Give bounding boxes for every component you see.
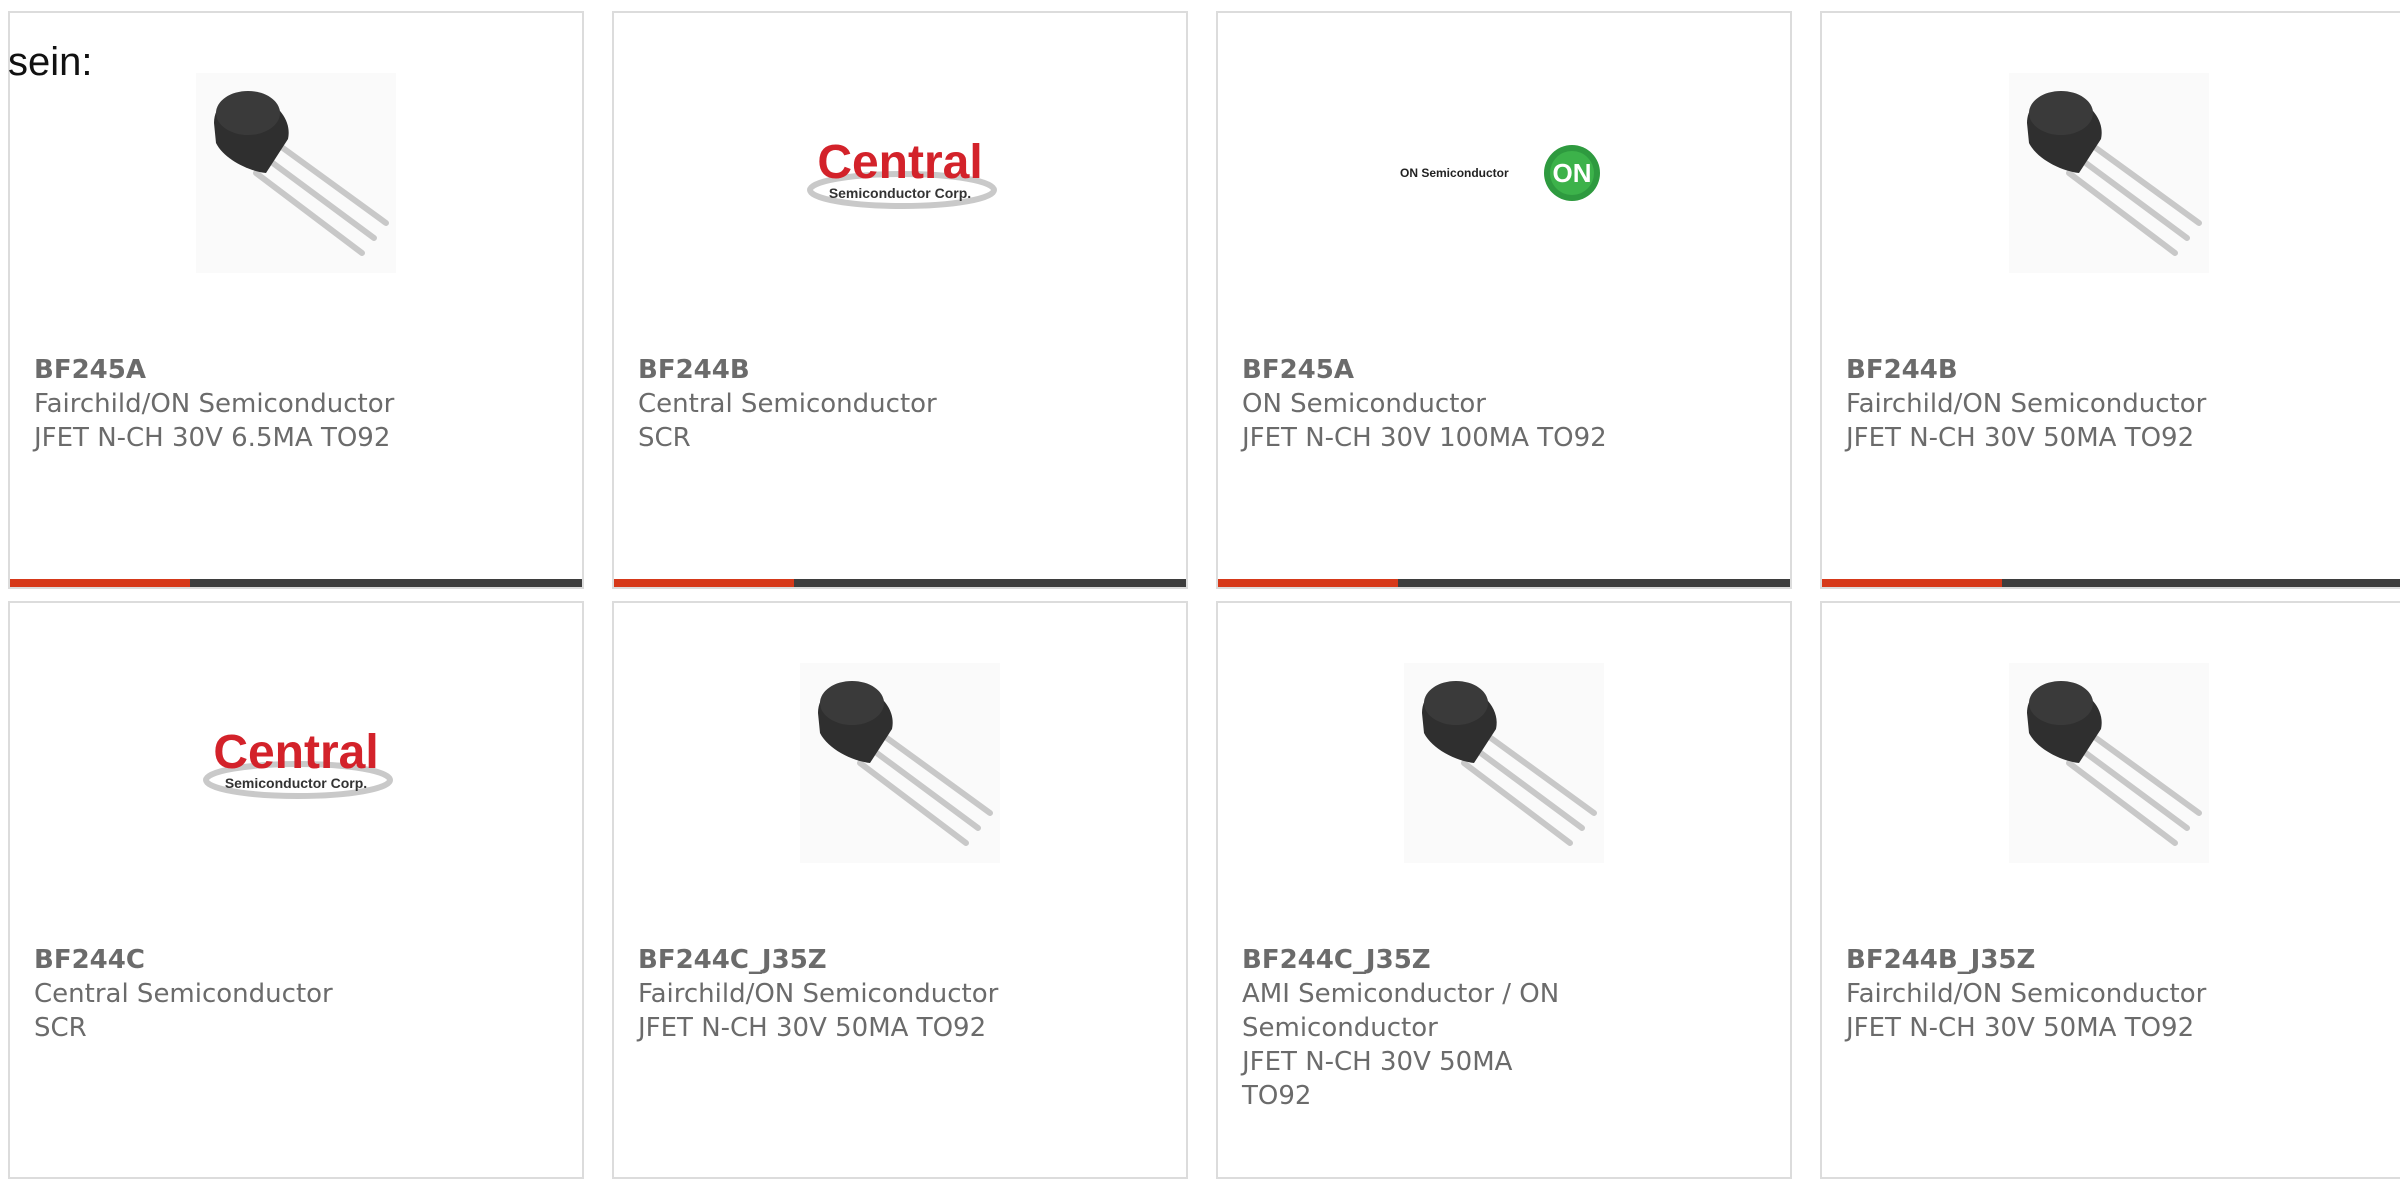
description: JFET N-CH 30V 50MA TO92 xyxy=(1846,1013,2195,1043)
product-info: BF245A ON Semiconductor JFET N-CH 30V 10… xyxy=(1242,353,1766,455)
part-number[interactable]: BF244B xyxy=(1846,353,2386,387)
card-bottom-accent xyxy=(614,579,794,587)
on-semiconductor-logo: ON Semiconductor ON xyxy=(1400,145,1600,201)
to92-transistor-icon xyxy=(196,73,396,273)
logo-sub: Semiconductor Corp. xyxy=(225,775,367,791)
to92-transistor-icon xyxy=(1404,663,1604,863)
to92-transistor-icon xyxy=(2009,663,2209,863)
product-card[interactable]: BF244B Fairchild/ON Semiconductor JFET N… xyxy=(1820,11,2400,589)
part-number[interactable]: BF245A xyxy=(34,353,558,387)
manufacturer: ON Semiconductor xyxy=(1242,389,1486,419)
manufacturer: AMI Semiconductor / ON Semiconductor xyxy=(1242,979,1560,1043)
central-semiconductor-logo: Central Semiconductor Corp. xyxy=(203,726,393,799)
description: JFET N-CH 30V 6.5MA TO92 xyxy=(34,423,391,453)
part-number[interactable]: BF244B xyxy=(638,353,1162,387)
product-card[interactable]: Central Semiconductor Corp. BF244B Centr… xyxy=(612,11,1188,589)
product-info: BF244B Fairchild/ON Semiconductor JFET N… xyxy=(1846,353,2386,455)
card-bottom-accent xyxy=(1822,579,2002,587)
intro-text: sein: xyxy=(8,40,93,84)
product-image[interactable] xyxy=(10,73,582,273)
to92-transistor-icon xyxy=(2009,73,2209,273)
description: JFET N-CH 30V 50MA TO92 xyxy=(638,1013,987,1043)
product-image[interactable] xyxy=(1822,73,2396,273)
central-semiconductor-logo: Central Semiconductor Corp. xyxy=(807,136,997,209)
card-bottom-bar xyxy=(10,579,582,587)
description: SCR xyxy=(638,423,691,453)
to92-transistor-icon xyxy=(800,663,1000,863)
card-bottom-bar xyxy=(1822,579,2400,587)
product-info: BF244C Central Semiconductor SCR xyxy=(34,943,558,1045)
manufacturer: Central Semiconductor xyxy=(638,389,937,419)
part-number[interactable]: BF244C_J35Z xyxy=(1242,943,1590,977)
product-image[interactable] xyxy=(614,663,1186,863)
product-image[interactable]: Central Semiconductor Corp. xyxy=(614,73,1186,273)
logo-sub: Semiconductor Corp. xyxy=(829,185,971,201)
logo-text: ON Semiconductor xyxy=(1400,166,1509,180)
product-image[interactable] xyxy=(1218,663,1790,863)
manufacturer: Fairchild/ON Semiconductor xyxy=(1846,979,2207,1009)
product-card[interactable]: BF244C_J35Z AMI Semiconductor / ON Semic… xyxy=(1216,601,1792,1179)
product-info: BF244C_J35Z Fairchild/ON Semiconductor J… xyxy=(638,943,1162,1045)
product-image[interactable] xyxy=(1822,663,2396,863)
logo-main: Central xyxy=(213,726,378,779)
product-card[interactable]: BF244C_J35Z Fairchild/ON Semiconductor J… xyxy=(612,601,1188,1179)
card-bottom-accent xyxy=(10,579,190,587)
card-bottom-bar xyxy=(1218,579,1790,587)
product-image[interactable]: Central Semiconductor Corp. xyxy=(10,663,582,863)
card-bottom-accent xyxy=(1218,579,1398,587)
card-bottom-bar xyxy=(614,579,1186,587)
part-number[interactable]: BF244B_J35Z xyxy=(1846,943,2386,977)
manufacturer: Fairchild/ON Semiconductor xyxy=(638,979,999,1009)
product-card[interactable]: BF245A Fairchild/ON Semiconductor JFET N… xyxy=(8,11,584,589)
product-card[interactable]: Central Semiconductor Corp. BF244C Centr… xyxy=(8,601,584,1179)
part-number[interactable]: BF244C_J35Z xyxy=(638,943,1162,977)
description: JFET N-CH 30V 50MA TO92 xyxy=(1242,1047,1513,1111)
part-number[interactable]: BF245A xyxy=(1242,353,1766,387)
part-number[interactable]: BF244C xyxy=(34,943,558,977)
product-info: BF244C_J35Z AMI Semiconductor / ON Semic… xyxy=(1242,943,1590,1113)
product-info: BF245A Fairchild/ON Semiconductor JFET N… xyxy=(34,353,558,455)
manufacturer: Fairchild/ON Semiconductor xyxy=(1846,389,2207,419)
product-info: BF244B_J35Z Fairchild/ON Semiconductor J… xyxy=(1846,943,2386,1045)
description: SCR xyxy=(34,1013,87,1043)
product-card[interactable]: ON Semiconductor ON BF245A ON Semiconduc… xyxy=(1216,11,1792,589)
logo-main: Central xyxy=(817,136,982,189)
description: JFET N-CH 30V 100MA TO92 xyxy=(1242,423,1607,453)
product-card[interactable]: BF244B_J35Z Fairchild/ON Semiconductor J… xyxy=(1820,601,2400,1179)
product-image[interactable]: ON Semiconductor ON xyxy=(1218,73,1790,273)
manufacturer: Central Semiconductor xyxy=(34,979,333,1009)
logo-badge: ON xyxy=(1553,158,1592,188)
product-grid: BF245A Fairchild/ON Semiconductor JFET N… xyxy=(8,11,2400,1179)
product-info: BF244B Central Semiconductor SCR xyxy=(638,353,1162,455)
manufacturer: Fairchild/ON Semiconductor xyxy=(34,389,395,419)
description: JFET N-CH 30V 50MA TO92 xyxy=(1846,423,2195,453)
